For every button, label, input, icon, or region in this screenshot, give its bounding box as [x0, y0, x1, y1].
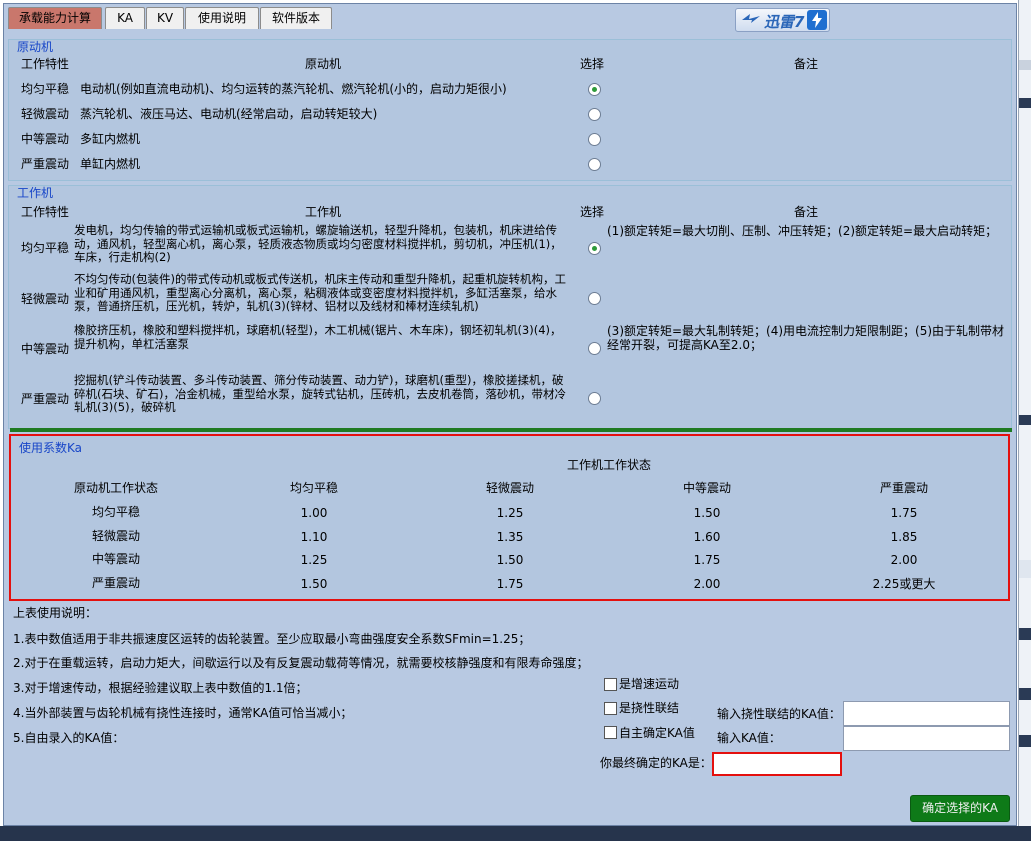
- ka-value: 1.00: [300, 506, 328, 520]
- final-ka-label: 你最终确定的KA是：: [600, 756, 712, 770]
- col-header-select: 选择: [580, 57, 605, 71]
- work-row-characteristic: 中等震动: [21, 342, 70, 356]
- app-window: 承载能力计算 KA KV 使用说明 软件版本 迅雷7 原动机 工作特性 原动机 …: [3, 3, 1017, 826]
- tab-capacity-calc[interactable]: 承载能力计算: [8, 7, 102, 29]
- ka-input-label: 输入KA值：: [717, 731, 781, 745]
- prime-row-desc: 电动机(例如直流电动机)、均匀运转的蒸汽轮机、燃汽轮机(小的，启动力矩很小): [80, 82, 507, 96]
- flexible-coupling-label: 是挠性联结: [619, 701, 680, 715]
- ka-value: 1.50: [693, 506, 721, 520]
- prime-mover-title: 原动机: [17, 40, 54, 54]
- work-radio-medium[interactable]: [588, 342, 601, 355]
- ka-value: 1.75: [890, 506, 918, 520]
- ka-value: 1.75: [496, 577, 524, 591]
- notes-title: 上表使用说明：: [13, 606, 98, 620]
- note-item: 4.当外部装置与齿轮机械有挠性连接时，通常KA值可恰当减小；: [13, 706, 353, 720]
- speedup-checkbox[interactable]: [604, 678, 617, 691]
- lightning-icon: [807, 10, 827, 30]
- ka-row-label: 均匀平稳: [91, 505, 140, 519]
- bird-icon: [742, 14, 760, 23]
- section-divider: [10, 428, 1012, 432]
- prime-row-characteristic: 均匀平稳: [21, 82, 70, 96]
- flex-ka-input[interactable]: [843, 701, 1010, 726]
- prime-row-desc: 多缸内燃机: [80, 132, 141, 146]
- working-machine-panel: 工作机 工作特性 工作机 选择 备注 均匀平稳 发电机，均匀传输的带式运输机或板…: [8, 185, 1012, 429]
- work-radio-light[interactable]: [588, 292, 601, 305]
- work-row-desc: 挖掘机(铲斗传动装置、多斗传动装置、筛分传动装置、动力铲)，球磨机(重型)，橡胶…: [74, 373, 566, 414]
- ka-value: 1.10: [300, 530, 328, 544]
- background-window-edge: [1018, 0, 1031, 841]
- col-header-remark: 备注: [793, 57, 818, 71]
- col-header-select: 选择: [580, 205, 605, 219]
- ka-row-label: 中等震动: [91, 552, 140, 566]
- tab-ka[interactable]: KA: [105, 7, 145, 29]
- ka-table-title: 使用系数Ka: [19, 441, 83, 455]
- ka-value: 1.75: [693, 553, 721, 567]
- prime-row-characteristic: 轻微震动: [21, 107, 70, 121]
- ka-value: 1.35: [496, 530, 524, 544]
- work-row-desc: 橡胶挤压机，橡胶和塑料搅拌机，球磨机(轻型)，木工机械(锯片、木车床)，钢坯初轧…: [74, 323, 562, 351]
- prime-radio-medium[interactable]: [588, 133, 601, 146]
- ka-row-label: 严重震动: [91, 576, 140, 590]
- ka-row-label: 轻微震动: [91, 529, 140, 543]
- logo-text: 迅雷7: [764, 13, 805, 31]
- ka-value: 2.25或更大: [872, 577, 936, 591]
- prime-mover-panel: 原动机 工作特性 原动机 选择 备注 均匀平稳 电动机(例如直流电动机)、均匀运…: [8, 39, 1012, 181]
- work-row-characteristic: 均匀平稳: [21, 241, 70, 255]
- col-header-machine: 原动机: [304, 57, 341, 71]
- work-row-characteristic: 严重震动: [21, 392, 70, 406]
- ka-value: 1.50: [496, 553, 524, 567]
- ka-value: 1.85: [890, 530, 918, 544]
- work-remark-2: (3)额定转矩=最大轧制转矩；(4)用电流控制力矩限制距；(5)由于轧制带材经常…: [607, 324, 1005, 352]
- speedup-label: 是增速运动: [619, 677, 680, 691]
- ka-value: 2.00: [693, 577, 721, 591]
- working-machine-title: 工作机: [17, 186, 54, 200]
- work-row-characteristic: 轻微震动: [21, 292, 70, 306]
- col-header-characteristic: 工作特性: [21, 57, 70, 71]
- tab-bar: 承载能力计算 KA KV 使用说明 软件版本 迅雷7: [4, 7, 1018, 32]
- ka-value: 1.60: [693, 530, 721, 544]
- xunlei-logo: 迅雷7: [735, 8, 830, 32]
- ka-col-header: 中等震动: [682, 481, 731, 495]
- work-remark-1: (1)额定转矩=最大切削、压制、冲压转矩；(2)额定转矩=最大启动转矩；: [607, 224, 998, 238]
- flexible-coupling-checkbox[interactable]: [604, 702, 617, 715]
- prime-row-characteristic: 严重震动: [21, 157, 70, 171]
- ka-value: 1.50: [300, 577, 328, 591]
- note-item: 3.对于增速传动，根据经验建议取上表中数值的1.1倍；: [13, 681, 308, 695]
- note-item: 2.对于在重载运转，启动力矩大，间歇运行以及有反复震动载荷等情况，就需要校核静强…: [13, 656, 589, 670]
- prime-row-desc: 单缸内燃机: [80, 157, 141, 171]
- ka-table-box: 使用系数Ka 工作机工作状态 原动机工作状态 均匀平稳 轻微震动 中等震动 严重…: [9, 434, 1010, 601]
- ka-group-header: 工作机工作状态: [566, 458, 651, 472]
- prime-radio-light[interactable]: [588, 108, 601, 121]
- note-item: 1.表中数值适用于非共振速度区运转的齿轮装置。至少应取最小弯曲强度安全系数SFm…: [13, 632, 531, 646]
- col-header-remark: 备注: [793, 205, 818, 219]
- prime-row-characteristic: 中等震动: [21, 132, 70, 146]
- self-ka-label: 自主确定KA值: [619, 726, 695, 740]
- col-header-characteristic: 工作特性: [21, 205, 70, 219]
- confirm-ka-button[interactable]: 确定选择的KA: [910, 795, 1010, 822]
- work-radio-uniform[interactable]: [588, 242, 601, 255]
- ka-col-header: 严重震动: [879, 481, 928, 495]
- work-row-desc: 发电机，均匀传输的带式运输机或板式运输机，螺旋输送机，轻型升降机，包装机，机床进…: [74, 223, 562, 264]
- ka-row-header: 原动机工作状态: [73, 481, 158, 495]
- ka-col-header: 均匀平稳: [289, 481, 338, 495]
- ka-input[interactable]: [843, 726, 1010, 751]
- note-item: 5.自由录入的KA值：: [13, 731, 125, 745]
- ka-value: 1.25: [496, 506, 524, 520]
- ka-value: 2.00: [890, 553, 918, 567]
- col-header-machine: 工作机: [304, 205, 341, 219]
- prime-radio-uniform[interactable]: [588, 83, 601, 96]
- prime-radio-heavy[interactable]: [588, 158, 601, 171]
- tab-instructions[interactable]: 使用说明: [185, 7, 259, 29]
- tab-kv[interactable]: KV: [146, 7, 184, 29]
- prime-row-desc: 蒸汽轮机、液压马达、电动机(经常启动，启动转矩较大): [80, 107, 378, 121]
- flex-ka-input-label: 输入挠性联结的KA值：: [717, 707, 841, 721]
- work-radio-heavy[interactable]: [588, 392, 601, 405]
- taskbar-strip: [0, 826, 1031, 841]
- final-ka-output: [712, 752, 842, 776]
- work-row-desc: 不均匀传动(包装件)的带式传动机或板式传送机，机床主传动和重型升降机，起重机旋转…: [74, 272, 566, 313]
- tab-version[interactable]: 软件版本: [260, 7, 332, 29]
- self-ka-checkbox[interactable]: [604, 726, 617, 739]
- ka-col-header: 轻微震动: [485, 481, 534, 495]
- ka-value: 1.25: [300, 553, 328, 567]
